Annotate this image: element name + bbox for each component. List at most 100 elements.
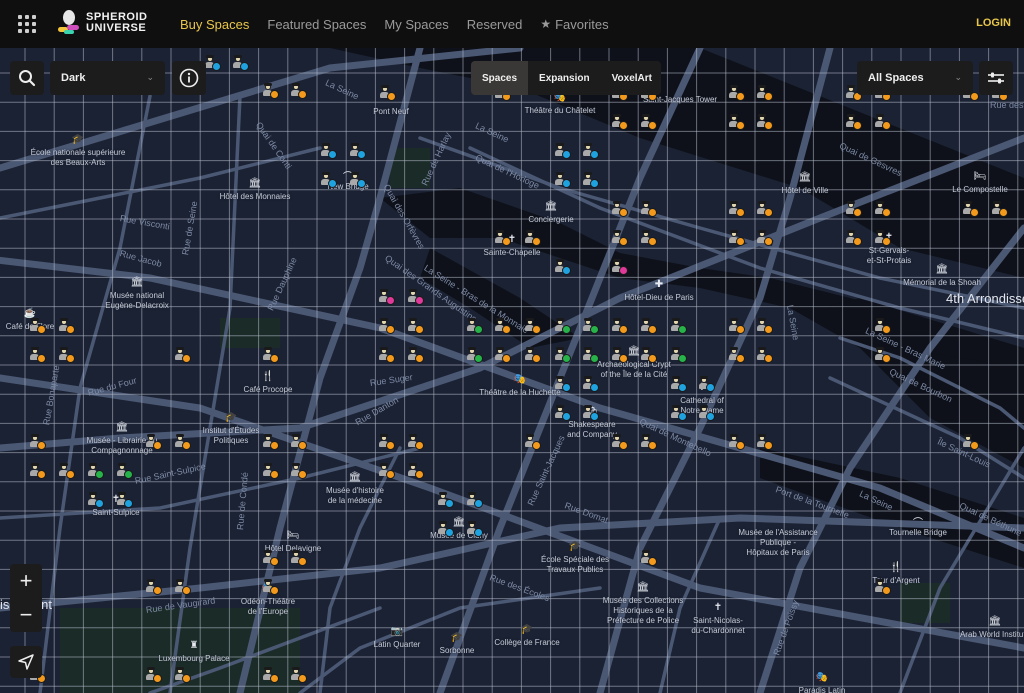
space-marker-orange[interactable]	[611, 229, 629, 247]
space-marker-orange[interactable]	[174, 578, 192, 596]
nav-featured-spaces[interactable]: Featured Spaces	[267, 17, 366, 32]
nav-buy-spaces[interactable]: Buy Spaces	[180, 17, 249, 32]
space-marker-orange[interactable]	[145, 433, 163, 451]
tab-spaces[interactable]: Spaces	[471, 61, 529, 95]
space-marker-blue[interactable]	[554, 142, 572, 160]
space-marker-blue[interactable]	[349, 142, 367, 160]
space-marker-orange[interactable]	[29, 462, 47, 480]
search-button[interactable]	[10, 61, 44, 95]
space-marker-blue[interactable]	[554, 404, 572, 422]
space-marker-green[interactable]	[116, 462, 134, 480]
space-marker-orange[interactable]	[640, 549, 658, 567]
zoom-in-button[interactable]: +	[10, 564, 42, 598]
space-marker-orange[interactable]	[290, 433, 308, 451]
space-marker-orange[interactable]	[290, 82, 308, 100]
space-marker-orange[interactable]	[524, 317, 542, 335]
space-marker-orange[interactable]	[845, 200, 863, 218]
space-marker-blue[interactable]	[349, 171, 367, 189]
space-marker-blue[interactable]	[554, 171, 572, 189]
space-marker-orange[interactable]	[58, 317, 76, 335]
space-marker-blue[interactable]	[554, 375, 572, 393]
space-marker-orange[interactable]	[29, 346, 47, 364]
space-marker-orange[interactable]	[290, 666, 308, 684]
space-marker-orange[interactable]	[29, 317, 47, 335]
space-marker-orange[interactable]	[756, 84, 774, 102]
space-marker-blue[interactable]	[698, 375, 716, 393]
space-marker-orange[interactable]	[494, 229, 512, 247]
map-style-dropdown[interactable]: Dark ⌄	[50, 61, 165, 95]
space-marker-blue[interactable]	[582, 375, 600, 393]
space-marker-orange[interactable]	[611, 433, 629, 451]
space-marker-orange[interactable]	[174, 666, 192, 684]
space-marker-blue[interactable]	[320, 142, 338, 160]
space-marker-blue[interactable]	[466, 491, 484, 509]
space-marker-green[interactable]	[87, 462, 105, 480]
space-marker-orange[interactable]	[640, 200, 658, 218]
space-marker-orange[interactable]	[262, 433, 280, 451]
space-marker-orange[interactable]	[58, 462, 76, 480]
space-marker-orange[interactable]	[756, 433, 774, 451]
space-marker-orange[interactable]	[407, 433, 425, 451]
space-marker-orange[interactable]	[991, 200, 1009, 218]
space-marker-blue[interactable]	[87, 491, 105, 509]
space-marker-orange[interactable]	[262, 346, 280, 364]
space-marker-blue[interactable]	[320, 171, 338, 189]
space-marker-orange[interactable]	[728, 84, 746, 102]
space-marker-orange[interactable]	[611, 346, 629, 364]
logo[interactable]: SPHEROID UNIVERSE	[58, 10, 147, 36]
tab-voxelart[interactable]: VoxelArt	[601, 61, 661, 95]
space-marker-orange[interactable]	[756, 113, 774, 131]
space-marker-blue[interactable]	[582, 171, 600, 189]
space-marker-orange[interactable]	[524, 229, 542, 247]
space-marker-orange[interactable]	[494, 346, 512, 364]
space-marker-orange[interactable]	[174, 433, 192, 451]
space-marker-orange[interactable]	[728, 200, 746, 218]
spaces-filter-dropdown[interactable]: All Spaces ⌄	[857, 61, 973, 95]
apps-grid-icon[interactable]	[18, 15, 36, 33]
space-marker-orange[interactable]	[494, 317, 512, 335]
space-marker-orange[interactable]	[640, 317, 658, 335]
space-marker-green[interactable]	[670, 317, 688, 335]
space-marker-orange[interactable]	[58, 346, 76, 364]
space-marker-blue[interactable]	[437, 520, 455, 538]
space-marker-orange[interactable]	[640, 346, 658, 364]
space-marker-orange[interactable]	[262, 82, 280, 100]
space-marker-orange[interactable]	[262, 578, 280, 596]
space-marker-orange[interactable]	[378, 317, 396, 335]
space-marker-orange[interactable]	[874, 200, 892, 218]
filter-settings-button[interactable]	[979, 61, 1013, 95]
space-marker-orange[interactable]	[728, 433, 746, 451]
space-marker-pink[interactable]	[378, 288, 396, 306]
space-marker-orange[interactable]	[378, 462, 396, 480]
space-marker-orange[interactable]	[145, 666, 163, 684]
space-marker-blue[interactable]	[116, 491, 134, 509]
space-marker-orange[interactable]	[728, 113, 746, 131]
space-marker-green[interactable]	[466, 317, 484, 335]
space-marker-blue[interactable]	[554, 258, 572, 276]
space-marker-orange[interactable]	[145, 578, 163, 596]
space-marker-orange[interactable]	[611, 113, 629, 131]
map-canvas[interactable]: La Seine La Seine Quai de l'Horloge Quai de…	[0, 48, 1024, 693]
space-marker-blue[interactable]	[466, 520, 484, 538]
space-marker-orange[interactable]	[874, 578, 892, 596]
zoom-out-button[interactable]: −	[10, 598, 42, 632]
space-marker-orange[interactable]	[407, 317, 425, 335]
space-marker-blue[interactable]	[437, 491, 455, 509]
space-marker-green[interactable]	[466, 346, 484, 364]
space-marker-orange[interactable]	[640, 433, 658, 451]
space-marker-green[interactable]	[554, 317, 572, 335]
login-button[interactable]: LOGIN	[976, 17, 1011, 29]
space-marker-blue[interactable]	[670, 375, 688, 393]
space-marker-orange[interactable]	[174, 346, 192, 364]
space-marker-orange[interactable]	[728, 317, 746, 335]
space-marker-orange[interactable]	[728, 346, 746, 364]
space-marker-blue[interactable]	[698, 404, 716, 422]
space-marker-orange[interactable]	[524, 433, 542, 451]
space-marker-orange[interactable]	[524, 346, 542, 364]
space-marker-orange[interactable]	[962, 200, 980, 218]
locate-me-button[interactable]	[10, 646, 42, 678]
space-marker-green[interactable]	[554, 346, 572, 364]
space-marker-green[interactable]	[670, 346, 688, 364]
space-marker-green[interactable]	[582, 317, 600, 335]
space-marker-orange[interactable]	[262, 462, 280, 480]
